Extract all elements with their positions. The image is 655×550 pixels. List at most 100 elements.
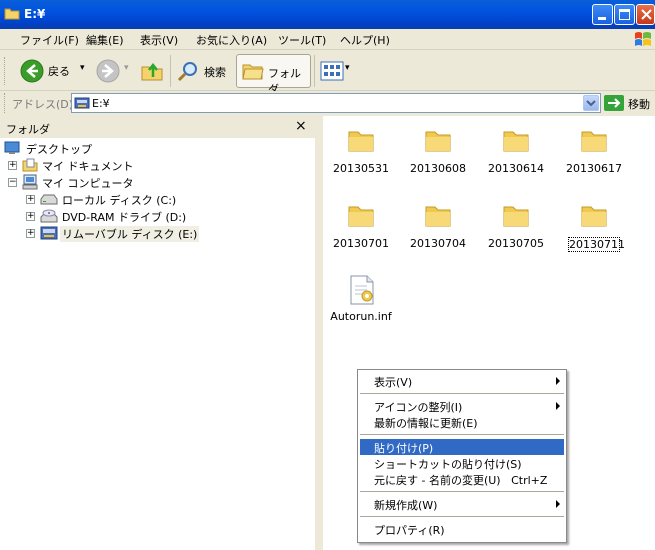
title-bar[interactable]: E:¥ — [0, 0, 655, 29]
tree-label: デスクトップ — [26, 143, 92, 156]
folder-icon — [4, 8, 20, 20]
file-name: 20130614 — [488, 162, 544, 175]
menu-separator — [360, 393, 564, 394]
menu-view[interactable]: 表示(V) — [140, 32, 178, 48]
chevron-down-icon — [586, 100, 596, 107]
menu-item-properties[interactable]: プロパティ(R) — [360, 521, 564, 537]
submenu-arrow-icon — [556, 402, 560, 410]
forward-button[interactable]: ▾ — [96, 59, 132, 85]
removable-disk-icon — [74, 97, 90, 109]
menu-item-label: 新規作成(W) — [374, 499, 438, 512]
menu-file[interactable]: ファイル(F) — [20, 32, 79, 48]
my-computer-icon — [22, 174, 38, 190]
menu-item-paste-shortcut[interactable]: ショートカットの貼り付け(S) — [360, 455, 564, 471]
minimize-button[interactable] — [592, 4, 613, 25]
file-item[interactable]: Autorun.inf — [325, 268, 397, 328]
folder-item[interactable]: 20130711 — [558, 195, 630, 255]
folder-item[interactable]: 20130614 — [480, 120, 552, 180]
menu-favorites[interactable]: お気に入り(A) — [196, 32, 267, 48]
tree-item-desktop[interactable]: デスクトップ — [4, 140, 204, 157]
removable-disk-icon — [40, 226, 58, 240]
close-pane-button[interactable]: × — [295, 118, 307, 134]
my-documents-icon — [22, 158, 38, 172]
menu-edit[interactable]: 編集(E) — [86, 32, 124, 48]
menu-item-label: アイコンの整列(I) — [374, 401, 463, 414]
menu-separator — [360, 434, 564, 435]
menu-item-label: プロパティ(R) — [374, 524, 445, 537]
tree-label: DVD-RAM ドライブ (D:) — [62, 211, 187, 224]
folder-item[interactable]: 20130701 — [325, 195, 397, 255]
menu-item-label: 元に戻す - 名前の変更(U) Ctrl+Z — [374, 474, 548, 487]
tree-label: ローカル ディスク (C:) — [62, 194, 177, 207]
go-button[interactable]: 移動 — [628, 96, 650, 112]
file-name: 20130704 — [410, 237, 466, 250]
address-dropdown-button[interactable] — [583, 95, 599, 111]
close-button[interactable] — [636, 4, 655, 25]
chevron-down-icon[interactable]: ▾ — [124, 63, 129, 73]
menu-item-new[interactable]: 新規作成(W) — [360, 496, 564, 512]
file-name: 20130617 — [566, 162, 622, 175]
back-button[interactable]: 戻る ▾ — [18, 57, 96, 85]
collapse-button[interactable]: − — [8, 178, 17, 187]
folder-icon — [348, 131, 374, 152]
menu-item-paste[interactable]: 貼り付け(P) — [360, 439, 564, 455]
menu-item-label: ショートカットの貼り付け(S) — [374, 458, 522, 471]
folder-pane-title: フォルダ — [6, 123, 50, 136]
windows-logo-icon — [635, 32, 651, 46]
menu-bar: ファイル(F) 編集(E) 表示(V) お気に入り(A) ツール(T) ヘルプ(… — [0, 29, 655, 50]
menu-item-view[interactable]: 表示(V) — [360, 373, 564, 389]
expand-button[interactable]: + — [26, 195, 35, 204]
desktop-icon — [4, 141, 20, 154]
menu-item-refresh[interactable]: 最新の情報に更新(E) — [360, 414, 564, 430]
forward-arrow-icon — [96, 59, 120, 83]
config-file-icon — [350, 275, 374, 305]
folder-icon — [348, 206, 374, 227]
folder-up-icon[interactable] — [140, 59, 164, 83]
expand-button[interactable]: + — [26, 229, 35, 238]
folder-item[interactable]: 20130617 — [558, 120, 630, 180]
search-label: 検索 — [204, 66, 226, 79]
submenu-arrow-icon — [556, 500, 560, 508]
views-button[interactable]: ▾ — [320, 59, 354, 83]
folder-icon — [581, 206, 607, 227]
tree-item-dvd-ram-d[interactable]: + DVD-RAM ドライブ (D:) — [26, 208, 226, 225]
chevron-down-icon[interactable]: ▾ — [80, 63, 85, 73]
tree-label: マイ ドキュメント — [42, 160, 134, 173]
folder-item[interactable]: 20130608 — [402, 120, 474, 180]
tree-label: マイ コンピュータ — [42, 177, 134, 190]
expand-button[interactable]: + — [8, 161, 17, 170]
folder-item[interactable]: 20130704 — [402, 195, 474, 255]
menu-separator — [360, 491, 564, 492]
folders-button[interactable]: フォルダ — [236, 54, 311, 96]
tree-item-local-disk-c[interactable]: + ローカル ディスク (C:) — [26, 191, 226, 208]
go-arrow-icon[interactable] — [604, 95, 624, 111]
toolbar-grip — [4, 57, 8, 85]
address-value: E:¥ — [92, 97, 110, 110]
toolbar: 戻る ▾ ▾ 検索 フォルダ ▾ — [0, 51, 655, 96]
folder-icon — [425, 206, 451, 227]
menu-item-label: 最新の情報に更新(E) — [374, 417, 478, 430]
search-icon — [177, 62, 197, 82]
menu-help[interactable]: ヘルプ(H) — [340, 32, 390, 48]
maximize-button[interactable] — [614, 4, 635, 25]
folder-icon — [581, 131, 607, 152]
menu-item-arrange-icons[interactable]: アイコンの整列(I) — [360, 398, 564, 414]
folder-pane-header: フォルダ × — [0, 116, 315, 138]
toolbar-grip — [4, 93, 8, 113]
window-title: E:¥ — [24, 7, 46, 21]
file-name: 20130711 — [568, 237, 625, 252]
menu-item-undo-rename[interactable]: 元に戻す - 名前の変更(U) Ctrl+Z — [360, 471, 564, 487]
folder-item[interactable]: 20130705 — [480, 195, 552, 255]
file-name: 20130608 — [410, 162, 466, 175]
search-button[interactable]: 検索 — [174, 57, 234, 85]
tree-item-my-computer[interactable]: − マイ コンピュータ — [8, 174, 208, 191]
file-name: Autorun.inf — [330, 310, 392, 323]
tree-item-my-documents[interactable]: + マイ ドキュメント — [8, 157, 208, 174]
folder-item[interactable]: 20130531 — [325, 120, 397, 180]
address-input[interactable]: E:¥ — [71, 93, 601, 113]
chevron-down-icon[interactable]: ▾ — [345, 63, 350, 73]
expand-button[interactable]: + — [26, 212, 35, 221]
tree-item-removable-disk-e[interactable]: + リムーバブル ディスク (E:) — [26, 225, 226, 242]
menu-tools[interactable]: ツール(T) — [278, 32, 326, 48]
folder-icon — [503, 206, 529, 227]
